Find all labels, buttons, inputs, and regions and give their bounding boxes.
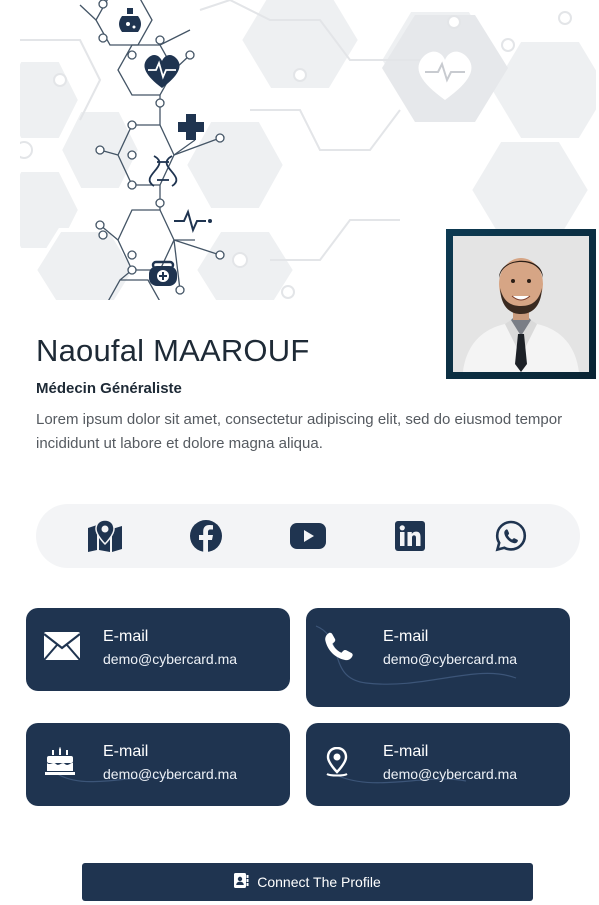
card-value[interactable]: demo@cybercard.ma <box>383 766 517 782</box>
social-links-bar <box>36 504 580 568</box>
facebook-icon[interactable] <box>186 516 226 556</box>
connect-profile-button[interactable]: Connect The Profile <box>82 863 533 901</box>
card-label: E-mail <box>103 628 149 645</box>
contact-card-phone[interactable]: E-mail demo@cybercard.ma <box>306 608 570 707</box>
card-value[interactable]: demo@cybercard.ma <box>103 651 237 667</box>
profile-title: Médecin Généraliste <box>36 380 182 397</box>
card-label: E-mail <box>383 628 429 645</box>
contact-card-birthday[interactable]: E-mail demo@cybercard.ma <box>26 723 290 806</box>
location-pin-icon <box>324 746 362 781</box>
profile-name: Naoufal MAAROUF <box>36 333 310 368</box>
card-value[interactable]: demo@cybercard.ma <box>383 651 517 667</box>
phone-icon <box>324 632 362 666</box>
linkedin-icon[interactable] <box>390 516 430 556</box>
card-label: E-mail <box>383 743 429 760</box>
youtube-icon[interactable] <box>288 516 328 556</box>
avatar <box>453 236 589 372</box>
birthday-cake-icon <box>44 747 82 781</box>
profile-photo-frame <box>446 229 596 379</box>
contact-card-email[interactable]: E-mail demo@cybercard.ma <box>26 608 290 691</box>
contact-card-icon <box>234 873 249 891</box>
profile-bio: Lorem ipsum dolor sit amet, consectetur … <box>36 411 563 452</box>
profile-photo <box>453 236 589 372</box>
card-value[interactable]: demo@cybercard.ma <box>103 766 237 782</box>
map-icon[interactable] <box>85 516 125 556</box>
whatsapp-icon[interactable] <box>491 516 531 556</box>
contact-card-location[interactable]: E-mail demo@cybercard.ma <box>306 723 570 806</box>
connect-profile-label: Connect The Profile <box>257 874 381 890</box>
card-label: E-mail <box>103 743 149 760</box>
envelope-icon <box>43 632 82 666</box>
